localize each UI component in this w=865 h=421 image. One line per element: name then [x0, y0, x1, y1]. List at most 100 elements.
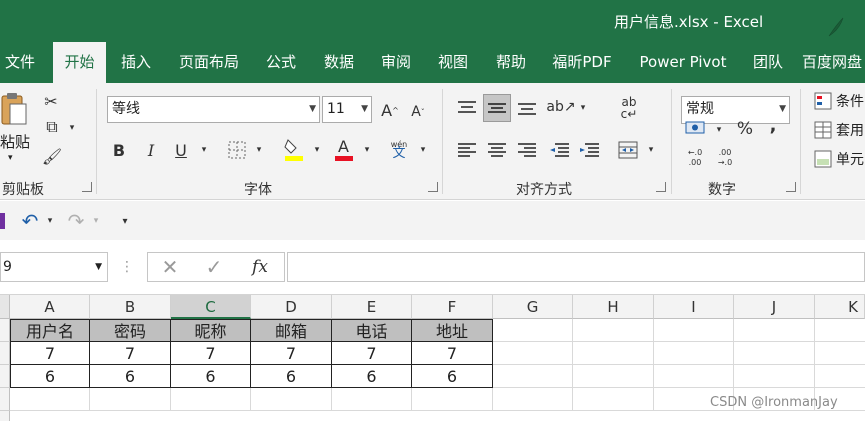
font-color-dropdown-icon[interactable]: ▾	[360, 141, 374, 159]
cell-b3[interactable]: 6	[90, 365, 171, 388]
merge-dropdown-icon[interactable]: ▾	[644, 141, 658, 159]
cell-k3[interactable]	[815, 365, 865, 388]
row-header-4[interactable]	[0, 388, 10, 411]
cell-f4[interactable]	[412, 388, 493, 411]
orientation-icon[interactable]: ab↗	[546, 95, 575, 119]
tab-help[interactable]: 帮助	[487, 42, 535, 83]
save-icon[interactable]	[0, 213, 5, 229]
cell-b1[interactable]: 密码	[90, 319, 171, 342]
cell-g3[interactable]	[493, 365, 573, 388]
tab-foxit-pdf[interactable]: 福昕PDF	[544, 42, 620, 83]
tab-home[interactable]: 开始	[53, 42, 106, 83]
font-size-select[interactable]: 11 ▼	[322, 96, 372, 123]
row-header-3[interactable]	[0, 365, 10, 388]
underline-button[interactable]: U	[170, 139, 192, 161]
cell-i1[interactable]	[654, 319, 734, 342]
align-left-icon[interactable]	[456, 139, 478, 161]
column-header-h[interactable]: H	[573, 295, 654, 319]
cell-h3[interactable]	[573, 365, 654, 388]
tab-review[interactable]: 审阅	[372, 42, 420, 83]
fill-color-dropdown-icon[interactable]: ▾	[310, 141, 324, 159]
cell-k1[interactable]	[815, 319, 865, 342]
cell-d2[interactable]: 7	[251, 342, 332, 365]
font-launcher-icon[interactable]	[428, 182, 438, 192]
copy-dropdown-icon[interactable]: ▾	[66, 121, 78, 135]
cell-g2[interactable]	[493, 342, 573, 365]
cell-h2[interactable]	[573, 342, 654, 365]
accounting-format-icon[interactable]	[684, 117, 708, 139]
cell-j1[interactable]	[734, 319, 815, 342]
cell-b4[interactable]	[90, 388, 171, 411]
cell-a3[interactable]: 6	[10, 365, 90, 388]
copy-icon[interactable]: ⧉	[40, 117, 64, 137]
borders-icon[interactable]	[226, 139, 248, 161]
row-header-2[interactable]	[0, 342, 10, 365]
merge-center-icon[interactable]	[616, 138, 640, 162]
align-top-icon[interactable]	[456, 97, 478, 119]
align-center-icon[interactable]	[486, 139, 508, 161]
cell-d1[interactable]: 邮箱	[251, 319, 332, 342]
tab-insert[interactable]: 插入	[114, 42, 158, 83]
clipboard-launcher-icon[interactable]	[82, 182, 92, 192]
cell-j3[interactable]	[734, 365, 815, 388]
format-as-table-button[interactable]: 套用	[814, 120, 864, 140]
font-color-icon[interactable]: A	[332, 135, 356, 163]
italic-button[interactable]: I	[140, 139, 162, 161]
accounting-dropdown-icon[interactable]: ▾	[712, 121, 726, 139]
cell-styles-button[interactable]: 单元	[814, 149, 864, 169]
cell-a1[interactable]: 用户名	[10, 319, 90, 342]
align-middle-icon[interactable]	[483, 94, 511, 122]
increase-decimal-icon[interactable]: ←.0 .00	[684, 147, 706, 169]
tab-data[interactable]: 数据	[315, 42, 363, 83]
tab-file[interactable]: 文件	[0, 42, 40, 83]
enter-icon[interactable]: ✓	[202, 255, 226, 279]
tab-view[interactable]: 视图	[429, 42, 477, 83]
cell-e1[interactable]: 电话	[332, 319, 412, 342]
tab-team[interactable]: 团队	[746, 42, 790, 83]
tab-baidu-netdisk[interactable]: 百度网盘	[802, 42, 865, 83]
borders-dropdown-icon[interactable]: ▾	[252, 141, 266, 159]
cell-f2[interactable]: 7	[412, 342, 493, 365]
cell-f3[interactable]: 6	[412, 365, 493, 388]
undo-icon[interactable]: ↶	[18, 209, 42, 233]
redo-icon[interactable]: ↷	[64, 209, 88, 233]
cell-c4[interactable]	[171, 388, 251, 411]
font-name-select[interactable]: 等线 ▼	[107, 96, 320, 123]
cell-e4[interactable]	[332, 388, 412, 411]
cell-c3[interactable]: 6	[171, 365, 251, 388]
comma-style-button[interactable]: ,	[764, 113, 782, 137]
decrease-decimal-icon[interactable]: .00 →.0	[714, 147, 736, 169]
column-header-e[interactable]: E	[332, 295, 412, 319]
column-header-f[interactable]: F	[412, 295, 493, 319]
alignment-launcher-icon[interactable]	[656, 182, 666, 192]
cell-f1[interactable]: 地址	[412, 319, 493, 342]
undo-dropdown-icon[interactable]: ▾	[44, 213, 56, 229]
number-launcher-icon[interactable]	[786, 182, 796, 192]
orientation-dropdown-icon[interactable]: ▾	[576, 99, 590, 117]
align-bottom-icon[interactable]	[516, 97, 538, 119]
cell-a2[interactable]: 7	[10, 342, 90, 365]
cell-i3[interactable]	[654, 365, 734, 388]
format-painter-icon[interactable]: 🖌	[40, 145, 64, 167]
cell-d4[interactable]	[251, 388, 332, 411]
paste-label[interactable]: 粘贴	[0, 131, 30, 152]
tab-page-layout[interactable]: 页面布局	[170, 42, 248, 83]
insert-function-button[interactable]: fx	[248, 255, 272, 279]
column-header-i[interactable]: I	[654, 295, 734, 319]
redo-dropdown-icon[interactable]: ▾	[90, 213, 102, 229]
cancel-icon[interactable]: ✕	[158, 255, 182, 279]
cell-a4[interactable]	[10, 388, 90, 411]
underline-dropdown-icon[interactable]: ▾	[197, 141, 211, 159]
phonetic-guide-icon[interactable]: wén 文	[386, 135, 412, 163]
cell-d3[interactable]: 6	[251, 365, 332, 388]
customize-toolbar-icon[interactable]: ▾	[118, 211, 132, 231]
increase-indent-icon[interactable]	[577, 139, 601, 161]
tab-power-pivot[interactable]: Power Pivot	[630, 42, 736, 83]
row-header-5[interactable]	[0, 411, 10, 421]
cell-h1[interactable]	[573, 319, 654, 342]
fill-color-icon[interactable]	[282, 135, 306, 163]
formula-input[interactable]	[287, 252, 865, 282]
cell-j2[interactable]	[734, 342, 815, 365]
increase-font-size-icon[interactable]: A ^	[380, 99, 400, 121]
column-header-k[interactable]: K	[815, 295, 865, 319]
